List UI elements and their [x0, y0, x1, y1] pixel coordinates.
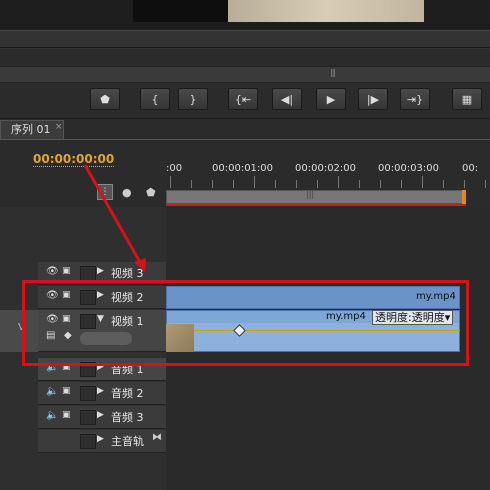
ruler-label: 00:00:01:00 [212, 163, 274, 174]
ruler-tick [317, 180, 318, 188]
scrollbar-grip-icon[interactable]: ||| [330, 68, 336, 77]
speaker-icon[interactable]: 🔈 [46, 410, 58, 421]
track-name: 视频 3 [111, 267, 144, 280]
track-header-audio-3[interactable]: 🔈 ▣ ▶ 音频 3 [38, 406, 166, 429]
expand-arrow-icon[interactable]: ▶ [97, 266, 104, 276]
expand-arrow-icon[interactable]: ▶ [97, 410, 104, 420]
expand-arrow-icon[interactable]: ▶ [97, 386, 104, 396]
film-icon[interactable]: ▣ [62, 410, 71, 420]
play-button[interactable]: ▶ [316, 88, 346, 110]
ruler-label: 00: [462, 163, 479, 174]
video-preview-image [228, 0, 424, 22]
ruler-tick [191, 180, 192, 188]
ruler-tick [422, 176, 423, 188]
ruler-tick [254, 176, 255, 188]
track-header-audio-2[interactable]: 🔈 ▣ ▶ 音频 2 [38, 382, 166, 405]
ruler-label: 00:00:03:00 [378, 163, 440, 174]
monitor-zoom-scrollbar[interactable] [0, 66, 490, 83]
work-area-end-handle[interactable] [462, 190, 466, 204]
snap-icon[interactable]: ⋮ [97, 184, 113, 200]
master-link-icon[interactable]: ⧓ [152, 432, 162, 443]
track-name: 主音轨 [111, 435, 144, 448]
work-area-grip-icon[interactable]: ||| [306, 190, 314, 199]
eye-icon[interactable]: 👁 [46, 266, 59, 277]
expand-arrow-icon[interactable]: ▶ [97, 434, 104, 444]
track-name: 音频 2 [111, 387, 144, 400]
tab-label: 序列 01 [11, 123, 51, 136]
ruler-tick [401, 180, 402, 188]
close-icon[interactable]: × [55, 122, 63, 132]
go-to-in-button[interactable]: {⇤ [228, 88, 258, 110]
ruler-tick [212, 180, 213, 188]
go-to-out-button[interactable]: ⇥} [400, 88, 430, 110]
ruler-tick [338, 176, 339, 188]
step-forward-button[interactable]: |▶ [358, 88, 388, 110]
ruler-tick [233, 180, 234, 188]
track-name: 音频 3 [111, 411, 144, 424]
export-frame-button[interactable]: ▦ [452, 88, 482, 110]
ruler-tick [359, 180, 360, 188]
set-out-button[interactable]: } [178, 88, 208, 110]
film-icon[interactable]: ▣ [62, 386, 71, 396]
ruler-label: :00 [166, 163, 183, 174]
current-timecode[interactable]: 00:00:00:00 [33, 152, 115, 167]
ruler-tick [485, 180, 486, 188]
work-area-bar[interactable] [166, 190, 464, 204]
ruler-tick [170, 176, 171, 188]
marker-icon[interactable]: ⬟ [146, 186, 156, 199]
ruler-tick [443, 180, 444, 188]
track-header-master[interactable]: ▶ 主音轨 [38, 430, 166, 453]
keyframe-icon[interactable]: ● [122, 186, 132, 199]
divider [0, 139, 490, 140]
lock-toggle[interactable] [80, 434, 96, 449]
add-marker-button[interactable]: ⬟ [90, 88, 120, 110]
ruler-tick [275, 180, 276, 188]
set-in-button[interactable]: { [140, 88, 170, 110]
annotation-highlight-box [22, 280, 469, 366]
ruler-tick [464, 180, 465, 188]
film-icon[interactable]: ▣ [62, 266, 71, 276]
lock-toggle[interactable] [80, 410, 96, 425]
lock-toggle[interactable] [80, 266, 96, 281]
lock-toggle[interactable] [80, 386, 96, 401]
speaker-icon[interactable]: 🔈 [46, 386, 58, 397]
tab-strip [0, 119, 490, 139]
ruler-tick [296, 180, 297, 188]
render-bar [166, 204, 466, 206]
ruler-label: 00:00:02:00 [295, 163, 357, 174]
step-back-button[interactable]: ◀| [272, 88, 302, 110]
ruler-tick [380, 180, 381, 188]
divider [0, 47, 490, 48]
